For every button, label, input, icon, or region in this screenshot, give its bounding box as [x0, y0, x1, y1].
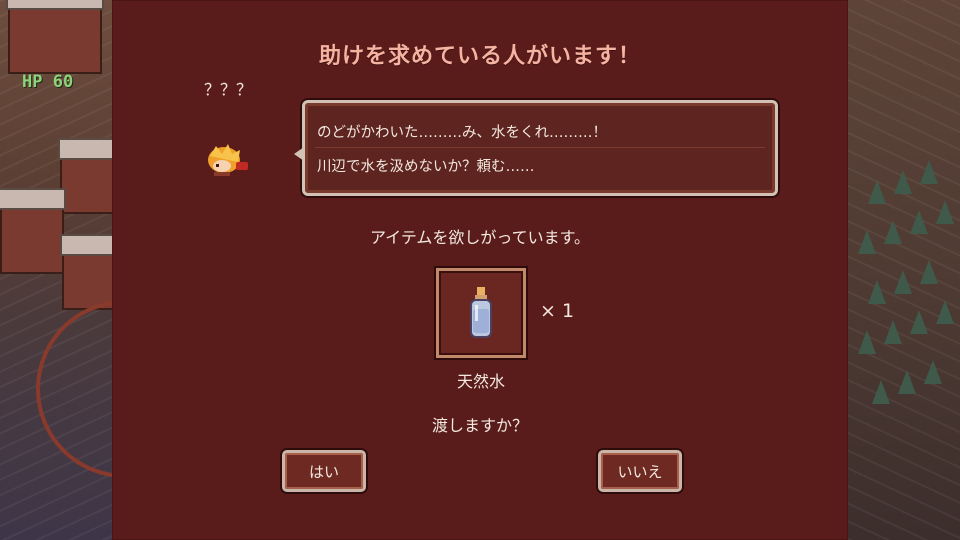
tree-sprite	[898, 370, 916, 394]
message-line-1: のどがかわいた………み、水をくれ………！	[317, 125, 607, 141]
tree-sprite	[920, 160, 938, 184]
tree-sprite	[910, 210, 928, 234]
help-request-dialog: 助けを求めている人がいます！ ？？？ のどがかわいた………み、水をくれ………！ …	[112, 0, 848, 540]
line-separator	[315, 147, 765, 148]
tree-sprite	[858, 330, 876, 354]
tree-sprite	[868, 180, 886, 204]
tree-sprite	[910, 310, 928, 334]
hp-indicator: HP 60	[22, 72, 74, 92]
tree-sprite	[936, 200, 954, 224]
tree-sprite	[924, 360, 942, 384]
message-line-2: 川辺で水を汲めないか？頼む……	[317, 159, 535, 175]
tree-sprite	[936, 300, 954, 324]
house-sprite	[0, 188, 66, 274]
item-slot	[436, 268, 526, 358]
npc-portrait-icon	[208, 144, 248, 176]
tree-sprite	[894, 170, 912, 194]
tree-sprite	[920, 260, 938, 284]
confirm-question: 渡しますか？	[431, 416, 528, 435]
request-text: アイテムを欲しがっています。	[369, 228, 590, 247]
bubble-tail	[294, 147, 304, 161]
world-right-scene	[848, 0, 960, 540]
house-sprite	[6, 0, 104, 74]
tree-sprite	[872, 380, 890, 404]
tree-sprite	[884, 220, 902, 244]
house-sprite	[58, 138, 116, 214]
item-name: 天然水	[456, 372, 505, 391]
water-bottle-icon	[470, 287, 492, 338]
dialog-title: 助けを求めている人がいます！	[318, 44, 641, 69]
no-button[interactable]: いいえ	[598, 450, 682, 492]
tree-sprite	[894, 270, 912, 294]
speech-bubble: のどがかわいた………み、水をくれ………！ 川辺で水を汲めないか？頼む……	[294, 100, 778, 196]
speaker-name: ？？？	[204, 80, 253, 99]
tree-sprite	[884, 320, 902, 344]
item-quantity: × 1	[540, 300, 575, 322]
tree-sprite	[868, 280, 886, 304]
yes-button[interactable]: はい	[282, 450, 366, 492]
tree-sprite	[858, 230, 876, 254]
house-sprite	[60, 234, 116, 310]
